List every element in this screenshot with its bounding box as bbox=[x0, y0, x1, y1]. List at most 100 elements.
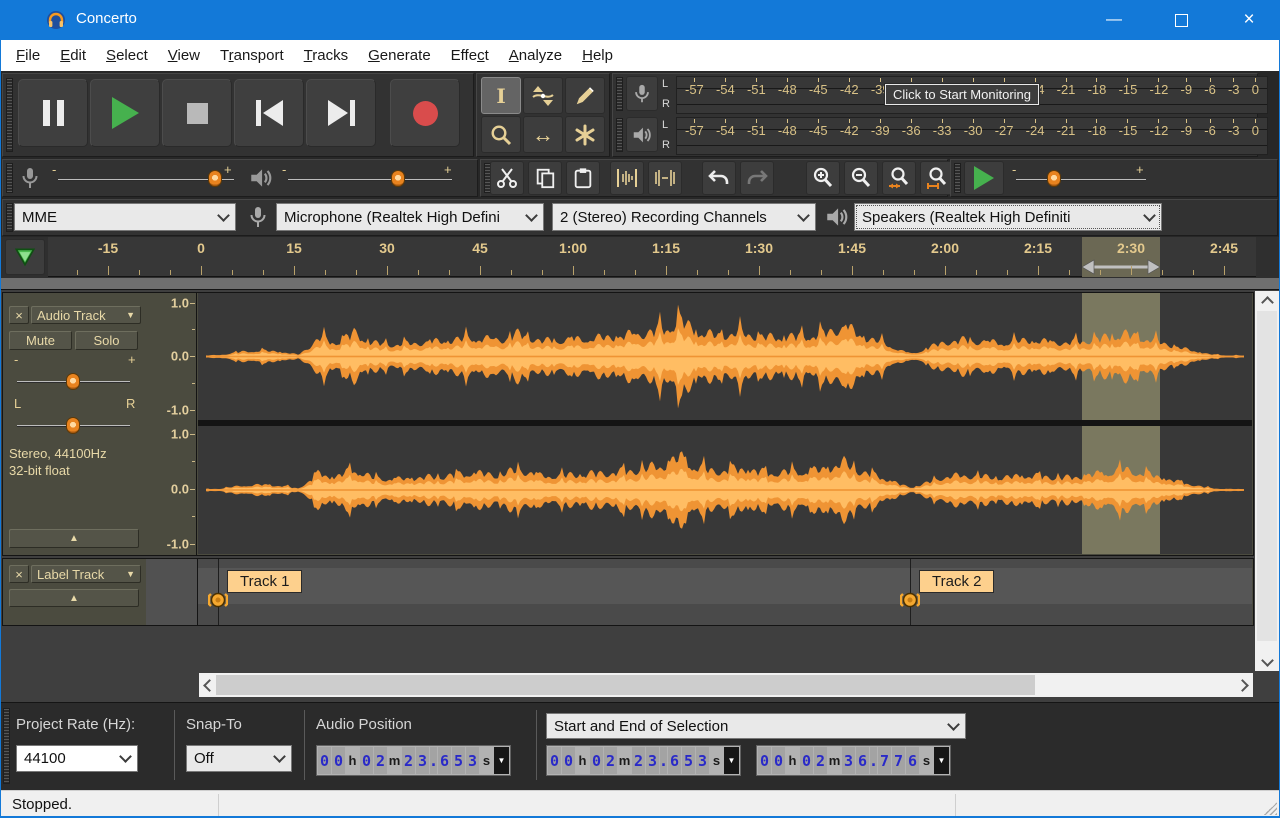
time-field-dropdown[interactable]: ▼ bbox=[724, 747, 739, 774]
play-at-speed-grip[interactable] bbox=[954, 163, 961, 193]
time-digit[interactable]: h bbox=[786, 747, 799, 774]
time-digit[interactable]: s bbox=[480, 747, 493, 774]
time-digit[interactable]: 3 bbox=[842, 747, 855, 774]
time-field-dropdown[interactable]: ▼ bbox=[934, 747, 949, 774]
playback-meter-scale[interactable]: -57 -54 -51 -48 -45 -42 -39 -36 -33 -30 -27 -24 -21-… bbox=[676, 117, 1268, 155]
time-digit[interactable]: . bbox=[429, 747, 438, 774]
scroll-down-arrow[interactable] bbox=[1255, 653, 1279, 669]
time-digit[interactable]: h bbox=[346, 747, 359, 774]
cut-button[interactable] bbox=[490, 161, 524, 195]
time-digit[interactable]: 3 bbox=[416, 747, 429, 774]
scroll-left-arrow[interactable] bbox=[201, 673, 216, 697]
selection-end-field[interactable]: 0 0 h 0 2 m 3 6. 7 7 6 s ▼ bbox=[756, 745, 951, 776]
play-at-speed-button[interactable] bbox=[964, 161, 1004, 195]
label-track-close-button[interactable]: × bbox=[9, 565, 29, 583]
play-speed-thumb[interactable] bbox=[1047, 170, 1061, 187]
time-digit[interactable]: 0 bbox=[548, 747, 561, 774]
selection-toolbar-grip[interactable] bbox=[3, 708, 10, 784]
fit-project-button[interactable] bbox=[920, 161, 954, 195]
time-digit[interactable]: 7 bbox=[892, 747, 905, 774]
minimize-button[interactable]: — bbox=[1089, 0, 1139, 40]
time-digit[interactable]: 0 bbox=[332, 747, 345, 774]
multi-tool-button[interactable] bbox=[565, 116, 605, 153]
recording-volume-thumb[interactable] bbox=[208, 170, 222, 187]
playback-meter-grip[interactable] bbox=[616, 118, 623, 152]
playback-volume-slider[interactable] bbox=[288, 179, 452, 181]
menu-help[interactable]: Help bbox=[572, 40, 623, 71]
time-digit[interactable]: m bbox=[618, 747, 631, 774]
horizontal-scrollbar[interactable] bbox=[199, 673, 1253, 697]
time-digit[interactable]: 6 bbox=[438, 747, 451, 774]
time-digit[interactable]: . bbox=[869, 747, 878, 774]
mixer-toolbar-grip[interactable] bbox=[6, 163, 13, 193]
selection-start-field[interactable]: 0 0 h 0 2 m 2 3. 6 5 3 s ▼ bbox=[546, 745, 741, 776]
project-rate-dropdown[interactable]: 44100 bbox=[16, 745, 138, 772]
label-text[interactable]: Track 1 bbox=[227, 570, 303, 593]
scrub-ruler[interactable] bbox=[0, 278, 1280, 290]
playback-device-dropdown[interactable]: Speakers (Realtek High Definiti bbox=[854, 203, 1162, 231]
menu-generate[interactable]: Generate bbox=[358, 40, 441, 71]
time-digit[interactable]: m bbox=[828, 747, 841, 774]
timeshift-tool-button[interactable]: ↔ bbox=[523, 116, 563, 153]
menu-effect[interactable]: Effect bbox=[441, 40, 499, 71]
timeline-ruler[interactable]: -15 0 15 30 45 1:00 1:15 1:30 1:45 2:00 2:15 2:30 2:… bbox=[48, 237, 1256, 277]
time-digit[interactable]: 6 bbox=[906, 747, 919, 774]
horizontal-scroll-thumb[interactable] bbox=[216, 675, 1035, 695]
time-digit[interactable]: 6 bbox=[668, 747, 681, 774]
time-digit[interactable]: s bbox=[920, 747, 933, 774]
transport-toolbar-grip[interactable] bbox=[6, 78, 13, 152]
menu-edit[interactable]: Edit bbox=[50, 40, 96, 71]
draw-tool-button[interactable] bbox=[565, 77, 605, 114]
playback-volume-thumb[interactable] bbox=[391, 170, 405, 187]
fit-selection-button[interactable] bbox=[882, 161, 916, 195]
time-digit[interactable]: 0 bbox=[758, 747, 771, 774]
time-digit[interactable]: 0 bbox=[800, 747, 813, 774]
time-digit[interactable]: . bbox=[659, 747, 668, 774]
close-button[interactable]: × bbox=[1221, 0, 1277, 40]
label-marker-icon[interactable] bbox=[208, 589, 228, 611]
vertical-scroll-thumb[interactable] bbox=[1257, 311, 1277, 641]
scroll-up-arrow[interactable] bbox=[1255, 293, 1279, 309]
label-text[interactable]: Track 2 bbox=[919, 570, 995, 593]
zoom-in-button[interactable] bbox=[806, 161, 840, 195]
record-button[interactable] bbox=[390, 79, 460, 147]
time-digit[interactable]: 3 bbox=[466, 747, 479, 774]
scroll-right-arrow[interactable] bbox=[1236, 673, 1251, 697]
menu-file[interactable]: File bbox=[6, 40, 50, 71]
mute-button[interactable]: Mute bbox=[9, 331, 72, 350]
time-digit[interactable]: 2 bbox=[814, 747, 827, 774]
maximize-button[interactable] bbox=[1156, 0, 1206, 40]
menu-transport[interactable]: Transport bbox=[210, 40, 294, 71]
pinned-play-head-button[interactable] bbox=[5, 239, 45, 275]
audio-track-collapse-button[interactable]: ▲ bbox=[9, 529, 139, 548]
time-digit[interactable]: 2 bbox=[402, 747, 415, 774]
copy-button[interactable] bbox=[528, 161, 562, 195]
audio-track-close-button[interactable]: × bbox=[9, 306, 29, 324]
skip-to-start-button[interactable] bbox=[234, 79, 304, 147]
device-toolbar-grip[interactable] bbox=[6, 203, 13, 232]
snap-to-dropdown[interactable]: Off bbox=[186, 745, 292, 772]
pan-slider-thumb[interactable] bbox=[66, 417, 80, 434]
pause-button[interactable] bbox=[18, 79, 88, 147]
audio-track-menu-button[interactable]: Audio Track ▼ bbox=[31, 306, 141, 324]
time-digit[interactable]: 0 bbox=[360, 747, 373, 774]
menu-select[interactable]: Select bbox=[96, 40, 158, 71]
recording-device-dropdown[interactable]: Microphone (Realtek High Defini bbox=[276, 203, 544, 231]
time-digit[interactable]: 2 bbox=[374, 747, 387, 774]
time-digit[interactable]: 0 bbox=[772, 747, 785, 774]
time-digit[interactable]: 3 bbox=[646, 747, 659, 774]
selection-resize-arrows[interactable] bbox=[1082, 259, 1160, 275]
time-digit[interactable]: h bbox=[576, 747, 589, 774]
recording-meter-grip[interactable] bbox=[616, 77, 623, 111]
solo-button[interactable]: Solo bbox=[75, 331, 138, 350]
trim-audio-button[interactable] bbox=[610, 161, 644, 195]
redo-button[interactable] bbox=[740, 161, 774, 195]
label-track-collapse-button[interactable]: ▲ bbox=[9, 589, 139, 607]
playback-meter-speaker-button[interactable] bbox=[626, 117, 658, 152]
menu-view[interactable]: View bbox=[158, 40, 210, 71]
monitoring-tooltip[interactable]: Click to Start Monitoring bbox=[885, 84, 1039, 105]
time-digit[interactable]: 5 bbox=[682, 747, 695, 774]
waveform-channel-right[interactable] bbox=[198, 426, 1252, 554]
play-speed-slider[interactable] bbox=[1016, 179, 1146, 181]
time-digit[interactable]: 5 bbox=[452, 747, 465, 774]
